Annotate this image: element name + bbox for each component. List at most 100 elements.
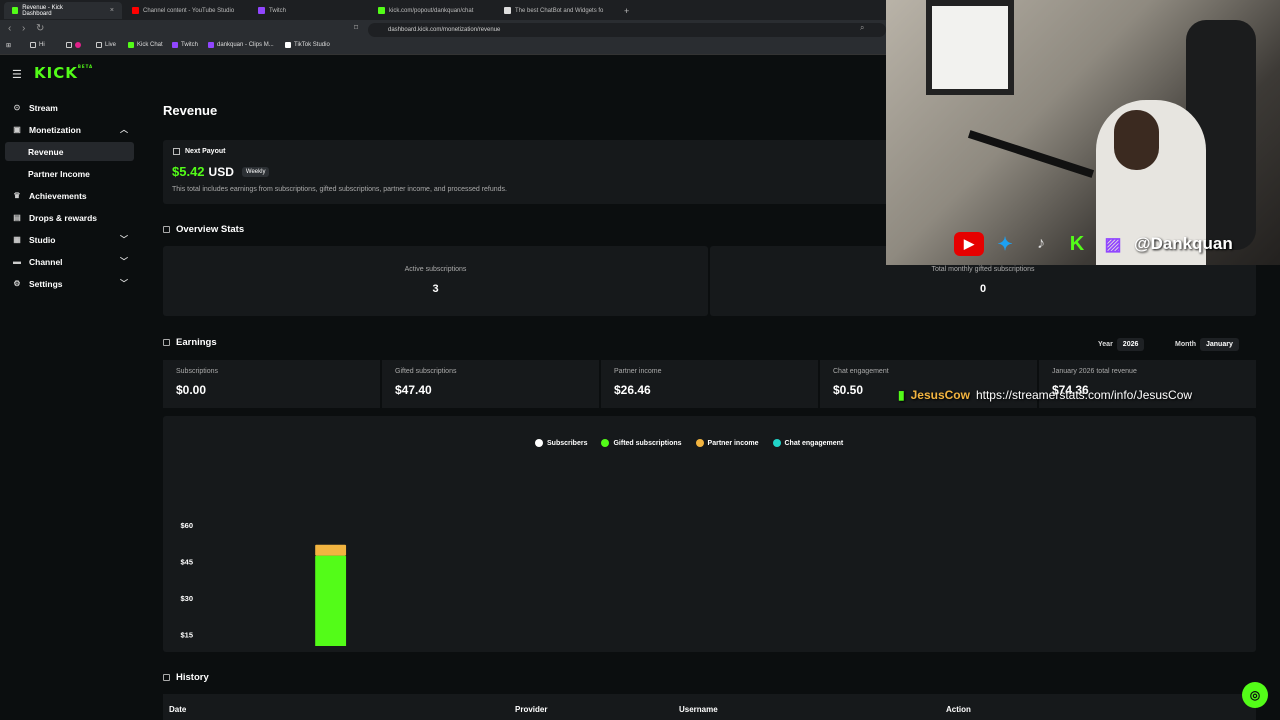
chart-legend: Subscribers Gifted subscriptions Partner…	[535, 439, 843, 447]
legend-gifted[interactable]: Gifted subscriptions	[601, 439, 682, 447]
stats-icon	[163, 339, 170, 346]
chevron-down-icon: ﹀	[120, 257, 128, 266]
gift-icon: ▤	[13, 213, 21, 222]
legend-chat[interactable]: Chat engagement	[772, 439, 843, 447]
chevron-down-icon: ﹀	[120, 235, 128, 244]
earnings-chart: $0$15$30$45$60December 31January 4Januar…	[180, 521, 347, 646]
col-provider[interactable]: Provider	[515, 705, 547, 714]
stat-value: 0	[979, 283, 987, 295]
bookmark-clips[interactable]: dankquan - Clips M...	[208, 42, 274, 48]
y-tick-label: $15	[180, 631, 193, 640]
twitch-icon	[172, 42, 178, 48]
tab-revenue-kick[interactable]: Revenue - Kick Dashboard ×	[4, 2, 122, 19]
legend-dot	[695, 439, 704, 447]
col-action[interactable]: Action	[946, 705, 971, 714]
stats-icon	[163, 226, 170, 233]
stat-label: Total monthly gifted subscriptions	[931, 266, 1035, 273]
bookmark-hi[interactable]: Hi	[30, 42, 45, 48]
kick-icon: ▮	[898, 388, 905, 402]
tab-kick-chat[interactable]: kick.com/popout/dankquan/chat	[370, 2, 494, 19]
broadcast-icon: ⊙	[13, 103, 21, 112]
pink-icon	[75, 42, 81, 48]
back-icon[interactable]: ‹	[8, 23, 11, 34]
folder-icon	[30, 42, 36, 48]
earnings-gifted: Gifted subscriptions $47.40	[382, 360, 599, 408]
y-tick-label: $30	[180, 594, 193, 603]
tab-botrix[interactable]: The best ChatBot and Widgets fo	[496, 2, 620, 19]
mic-arm	[967, 130, 1095, 178]
sidebar: ☰ KICKBETA ⊙ Stream ▣ Monetization ︿ Revenu…	[0, 56, 145, 720]
bookmark-twitch[interactable]: Twitch	[172, 42, 198, 48]
wall-picture	[926, 0, 1014, 95]
stat-label: Active subscriptions	[404, 266, 467, 273]
chat-username: JesusCow	[910, 388, 970, 402]
bookmark-icon[interactable]: ⌑	[354, 23, 358, 32]
twitch-icon: ▨	[1104, 234, 1122, 254]
bookmark-live[interactable]: Live	[96, 42, 116, 48]
kick-icon	[378, 7, 385, 14]
sidebar-item-revenue[interactable]: Revenue	[5, 142, 134, 161]
webcam-overlay: ▶ ✦ ♪ K ▨ @Dankquan	[886, 0, 1280, 265]
close-tab-icon[interactable]: ×	[110, 7, 114, 14]
legend-subscribers[interactable]: Subscribers	[535, 439, 587, 447]
twitch-icon	[208, 42, 214, 48]
chevron-up-icon: ︿	[120, 125, 128, 134]
active-subscriptions-card: Active subscriptions 3	[163, 246, 708, 316]
legend-partner[interactable]: Partner income	[695, 439, 759, 447]
month-select[interactable]: Month January	[1175, 338, 1239, 351]
col-username[interactable]: Username	[679, 705, 718, 714]
earnings-subscriptions: Subscriptions $0.00	[163, 360, 380, 408]
new-tab-button[interactable]: +	[616, 2, 637, 19]
gear-icon: ⚙	[13, 279, 21, 288]
bookmark-kick-chat[interactable]: Kick Chat	[128, 42, 163, 48]
sidebar-item-stream[interactable]: ⊙ Stream	[5, 98, 134, 117]
y-tick-label: $60	[180, 521, 193, 530]
headset-icon: ◎	[1249, 688, 1261, 702]
twitch-icon	[258, 7, 265, 14]
sidebar-item-achievements[interactable]: ♛ Achievements	[5, 186, 134, 205]
chat-message: https://streamerstats.com/info/JesusCow	[975, 388, 1193, 402]
sidebar-item-settings[interactable]: ⚙ Settings ﹀	[5, 274, 134, 293]
reload-icon[interactable]: ↻	[36, 23, 44, 34]
streamer-head	[1114, 110, 1159, 170]
payout-amount: $5.42	[172, 164, 205, 179]
forward-icon[interactable]: ›	[22, 23, 25, 34]
sidebar-item-studio[interactable]: ▦ Studio ﹀	[5, 230, 134, 249]
payout-badge: Weekly	[241, 166, 270, 177]
page-title: Revenue	[163, 103, 218, 118]
folder-icon	[96, 42, 102, 48]
dollar-icon: ▣	[13, 125, 21, 134]
kick-logo[interactable]: KICKBETA	[34, 64, 93, 82]
sidebar-item-partner-income[interactable]: Partner Income	[5, 164, 134, 183]
col-date[interactable]: Date	[169, 705, 186, 714]
payout-label: Next Payout	[185, 148, 226, 155]
sidebar-item-drops[interactable]: ▤ Drops & rewards	[5, 208, 134, 227]
legend-dot	[601, 439, 610, 447]
history-icon	[163, 674, 170, 681]
url-input[interactable]: dashboard.kick.com/monetization/revenue	[368, 23, 886, 37]
support-chat-button[interactable]: ◎	[1242, 682, 1268, 708]
kick-icon: K	[1069, 233, 1085, 255]
menu-icon[interactable]: ☰	[12, 68, 22, 81]
social-handles: ▶ ✦ ♪ K ▨ @Dankquan	[954, 232, 1233, 256]
year-select[interactable]: Year 2026	[1098, 338, 1145, 351]
sidebar-item-monetization[interactable]: ▣ Monetization ︿	[5, 120, 134, 139]
bar-1-3[interactable]	[315, 555, 347, 646]
zoom-icon[interactable]: ⌕	[860, 23, 864, 33]
history-table-header: Date Provider Username Action	[163, 694, 1256, 720]
tab-youtube-studio[interactable]: Channel content - YouTube Studio	[124, 2, 248, 19]
legend-dot	[772, 439, 781, 447]
bookmark-folder[interactable]	[66, 42, 81, 48]
history-heading: History	[163, 672, 209, 683]
earnings-heading: Earnings	[163, 337, 217, 348]
channel-icon: ▬	[13, 257, 21, 266]
earnings-partner: Partner income $26.46	[601, 360, 818, 408]
apps-icon[interactable]: ⊞	[6, 42, 11, 49]
bookmark-tiktok[interactable]: TikTok Studio	[285, 42, 330, 48]
sidebar-item-channel[interactable]: ▬ Channel ﹀	[5, 252, 134, 271]
bar-2-3[interactable]	[315, 544, 347, 556]
overview-heading: Overview Stats	[163, 224, 244, 235]
chevron-down-icon: ﹀	[120, 279, 128, 288]
tab-twitch[interactable]: Twitch	[250, 2, 368, 19]
kick-icon	[128, 42, 134, 48]
